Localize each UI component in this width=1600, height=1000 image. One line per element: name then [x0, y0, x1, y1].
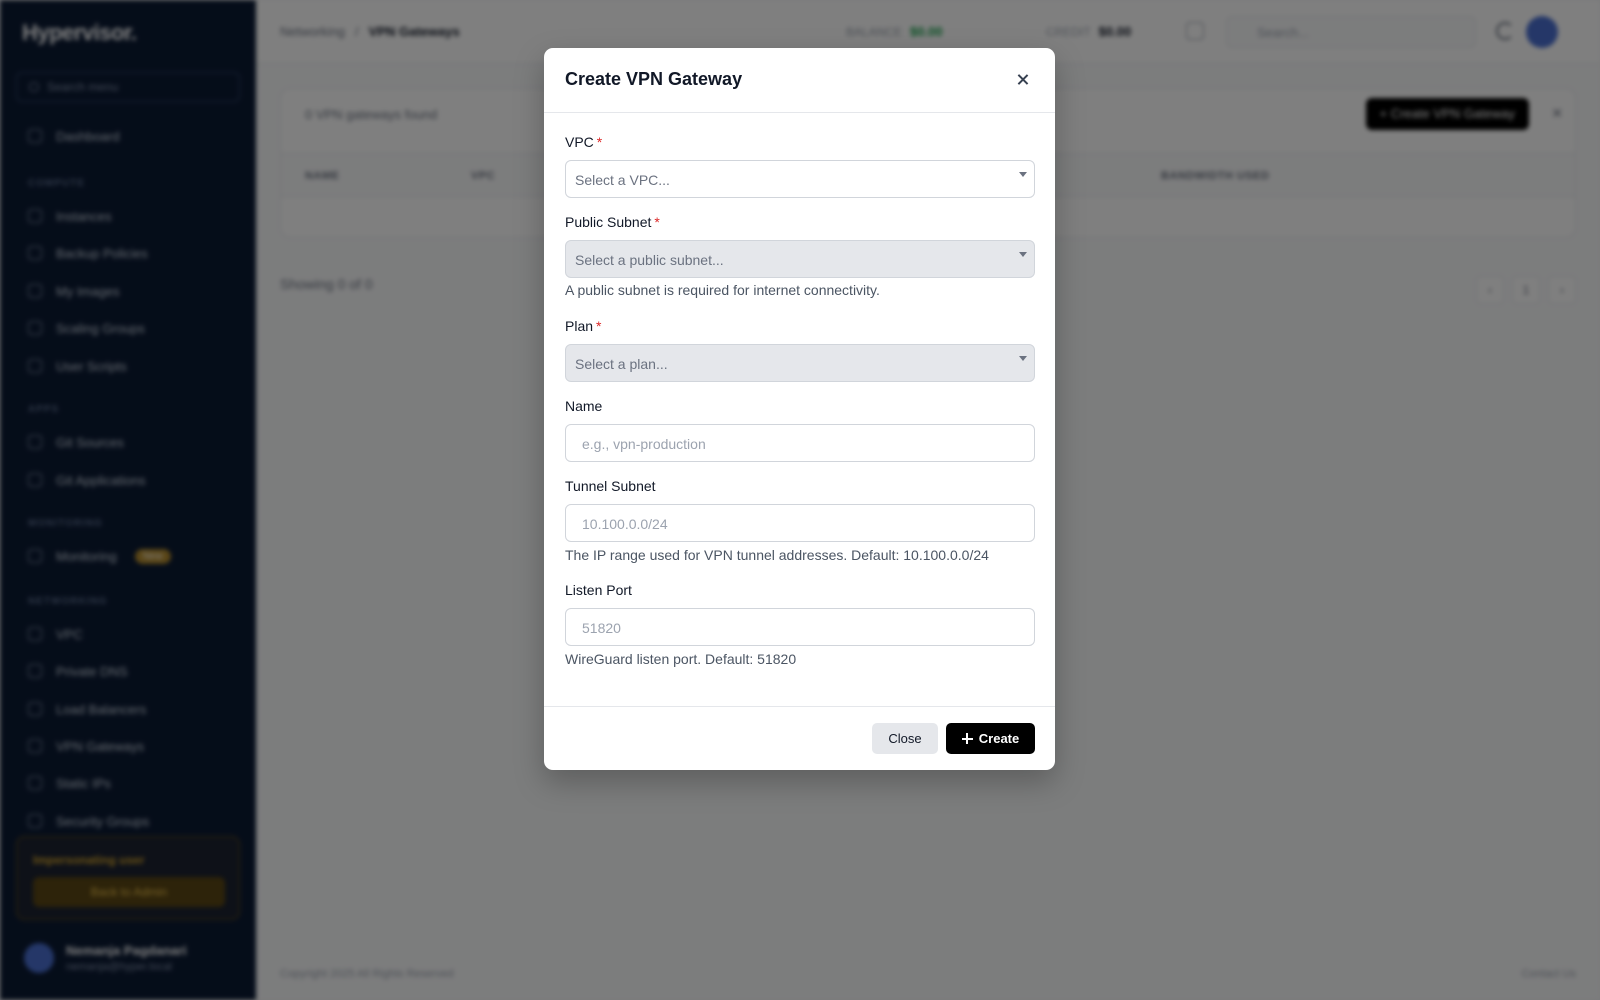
public-subnet-label: Public Subnet *	[565, 214, 660, 230]
chevron-down-icon	[1019, 356, 1027, 361]
vpc-select[interactable]: Select a VPC...	[565, 160, 1035, 198]
required-mark: *	[596, 318, 602, 334]
tunnel-subnet-input[interactable]: 10.100.0.0/24	[565, 504, 1035, 542]
required-mark: *	[596, 134, 603, 150]
plus-icon	[961, 733, 973, 744]
create-button[interactable]: Create	[946, 723, 1035, 754]
close-button[interactable]: Close	[872, 723, 938, 754]
tunnel-subnet-help: The IP range used for VPN tunnel address…	[565, 547, 989, 563]
create-vpn-gateway-dialog: Create VPN Gateway VPC * Select a VPC... …	[544, 48, 1055, 770]
dialog-header: Create VPN Gateway	[544, 48, 1055, 113]
public-subnet-select-value: Select a public subnet...	[575, 252, 724, 268]
create-button-label: Create	[978, 731, 1020, 746]
dialog-footer: Close Create	[544, 706, 1055, 770]
chevron-down-icon	[1019, 252, 1027, 257]
public-subnet-select[interactable]: Select a public subnet...	[565, 240, 1035, 278]
dialog-title: Create VPN Gateway	[565, 69, 743, 89]
vpc-label: VPC *	[565, 134, 603, 150]
name-label: Name	[565, 398, 603, 414]
listen-port-help: WireGuard listen port. Default: 51820	[565, 651, 797, 667]
vpc-select-value: Select a VPC...	[575, 172, 670, 188]
public-subnet-help: A public subnet is required for internet…	[565, 282, 880, 298]
tunnel-subnet-label: Tunnel Subnet	[565, 478, 656, 494]
close-icon[interactable]	[1013, 70, 1033, 90]
required-mark: *	[654, 214, 660, 230]
listen-port-label: Listen Port	[565, 582, 632, 598]
plan-select[interactable]: Select a plan...	[565, 344, 1035, 382]
listen-port-input[interactable]: 51820	[565, 608, 1035, 646]
plan-label: Plan *	[565, 318, 602, 334]
plan-select-value: Select a plan...	[575, 356, 668, 372]
chevron-down-icon	[1019, 172, 1027, 177]
name-input[interactable]: e.g., vpn-production	[565, 424, 1035, 462]
